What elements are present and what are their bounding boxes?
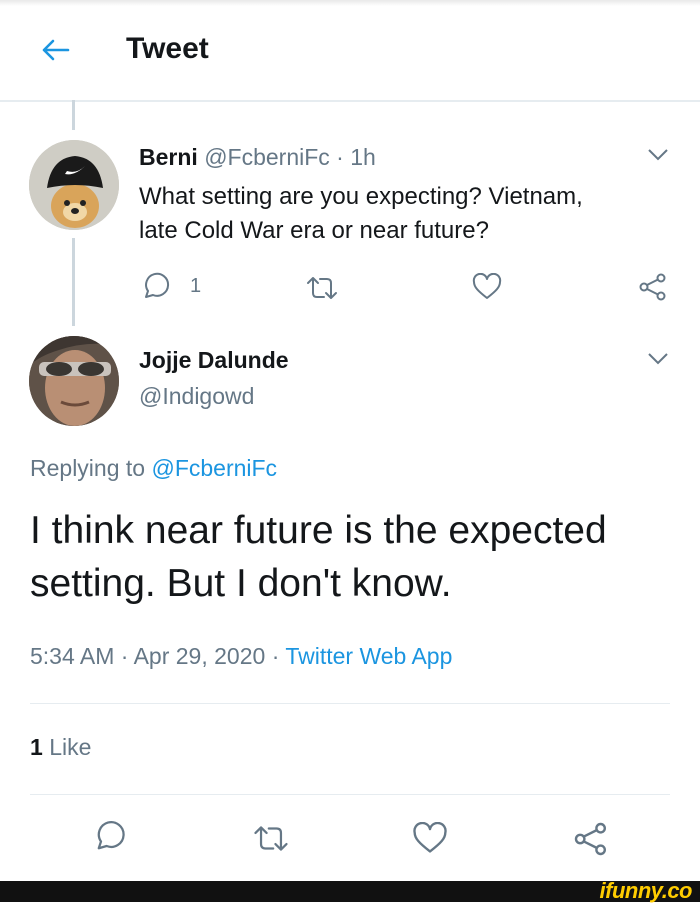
likes-count: 1: [30, 734, 43, 760]
reply-icon[interactable]: [140, 272, 172, 302]
tweet-time[interactable]: 5:34 AM: [30, 643, 114, 669]
author-name[interactable]: Berni: [139, 144, 198, 170]
divider: [30, 703, 670, 704]
chevron-down-icon[interactable]: [647, 352, 669, 366]
retweet-icon[interactable]: [251, 823, 291, 854]
tweet-meta: 5:34 AM · Apr 29, 2020 · Twitter Web App: [30, 643, 452, 670]
back-arrow-icon[interactable]: [38, 33, 72, 67]
page-title: Tweet: [126, 32, 209, 65]
status-bar-shadow: [0, 0, 700, 6]
author-handle[interactable]: @Indigowd: [139, 383, 254, 410]
reply-icon[interactable]: [92, 820, 128, 854]
heart-icon[interactable]: [472, 273, 502, 301]
tweet-header: Berni @FcberniFc · 1h: [139, 144, 376, 171]
likes-summary[interactable]: 1 Like: [30, 734, 91, 761]
tweet-source[interactable]: Twitter Web App: [285, 643, 452, 669]
replying-to: Replying to @FcberniFc: [30, 455, 277, 482]
tweet-date[interactable]: Apr 29, 2020: [134, 643, 266, 669]
author-handle[interactable]: @FcberniFc: [204, 144, 330, 170]
separator: ·: [271, 643, 280, 669]
chevron-down-icon[interactable]: [647, 148, 669, 162]
watermark-bar: [0, 881, 700, 902]
tweet-text: What setting are you expecting? Vietnam,…: [139, 180, 583, 248]
watermark-logo: ifunny.co: [599, 878, 693, 903]
tweet-text-line: setting. But I don't know.: [30, 562, 452, 605]
replying-to-label: Replying to: [30, 455, 146, 481]
timestamp[interactable]: 1h: [350, 144, 376, 170]
likes-label: Like: [49, 734, 92, 760]
avatar[interactable]: [29, 140, 119, 230]
reply-count: 1: [190, 275, 202, 297]
retweet-icon[interactable]: [304, 274, 340, 302]
tweet-text-line: I think near future is the expected: [30, 509, 607, 552]
replying-to-handle[interactable]: @FcberniFc: [151, 455, 277, 481]
author-name[interactable]: Jojje Dalunde: [139, 347, 289, 374]
tweet-text-line: What setting are you expecting? Vietnam,: [139, 183, 583, 210]
heart-icon[interactable]: [412, 822, 448, 855]
separator: ·: [120, 643, 129, 669]
separator: ·: [336, 144, 344, 170]
share-icon[interactable]: [638, 272, 668, 302]
tweet-text: I think near future is the expected sett…: [30, 504, 607, 610]
thread-line-top: [72, 100, 75, 130]
thread-line: [72, 238, 75, 326]
share-icon[interactable]: [573, 821, 609, 857]
avatar[interactable]: [29, 336, 119, 426]
divider: [30, 794, 670, 795]
tweet-text-line: late Cold War era or near future?: [139, 217, 489, 244]
top-bar: [0, 0, 700, 102]
